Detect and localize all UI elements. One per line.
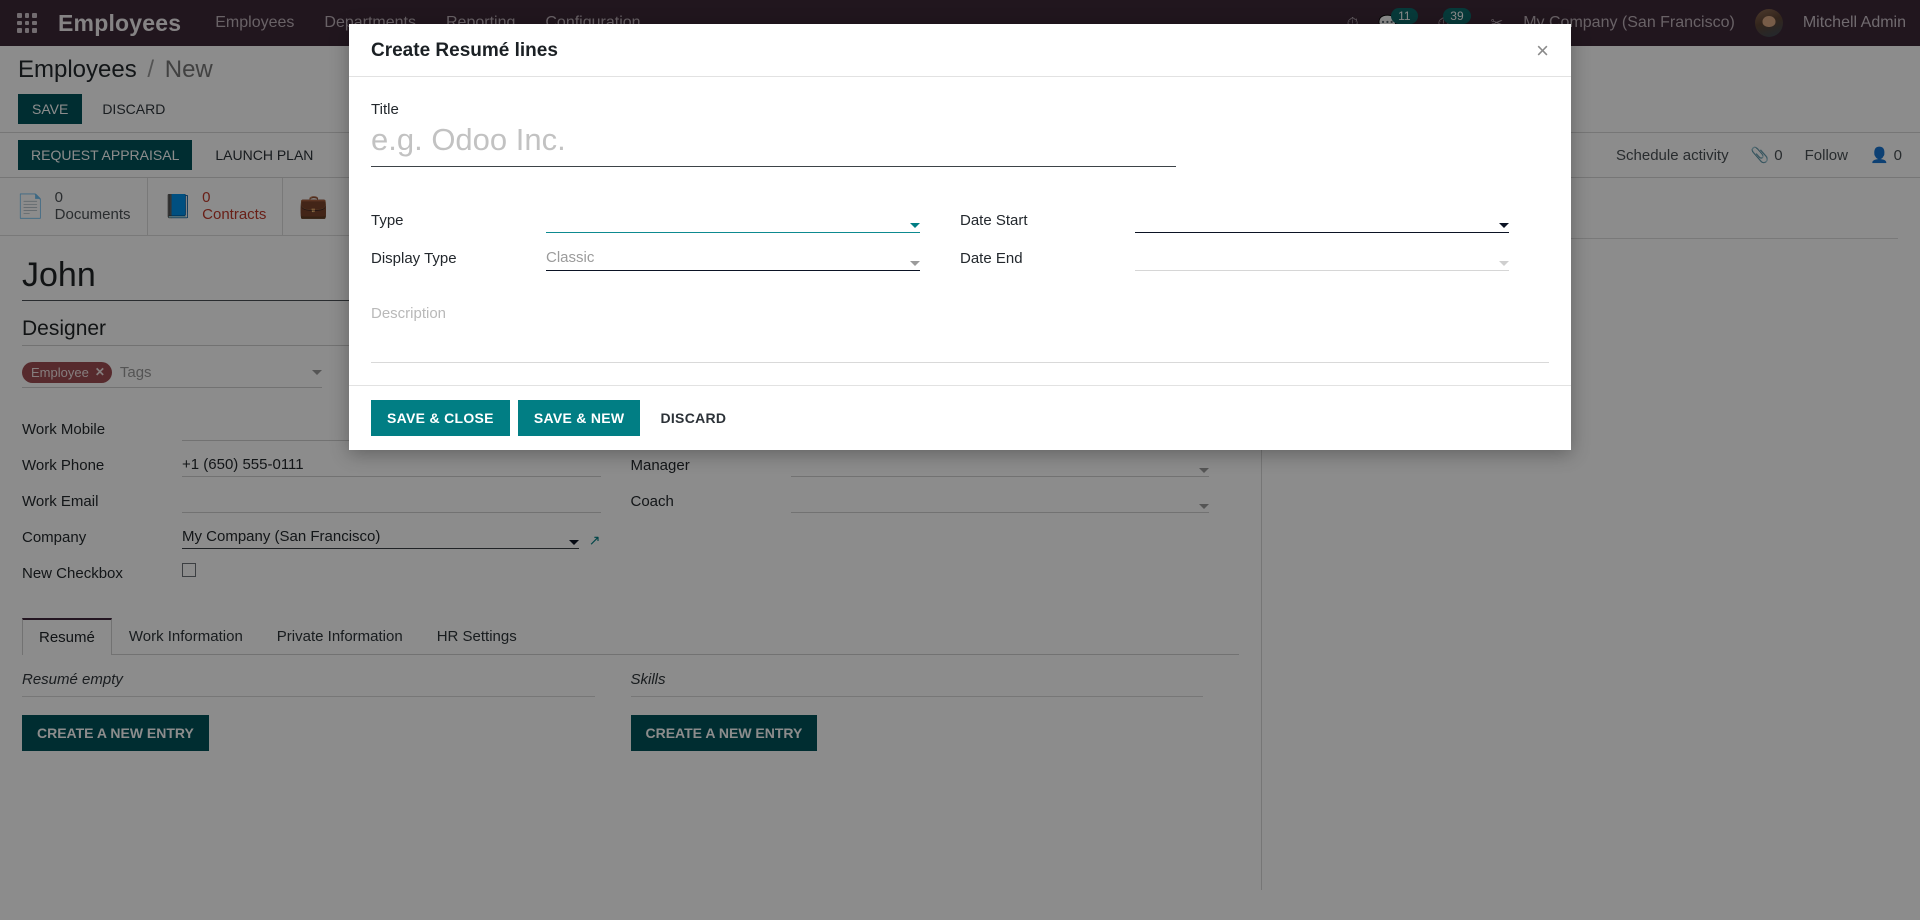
date-start-input[interactable]	[1135, 209, 1509, 233]
dialog-footer: SAVE & CLOSE SAVE & NEW DISCARD	[349, 385, 1571, 450]
field-label: Type	[371, 212, 404, 229]
chevron-down-icon[interactable]	[1499, 223, 1509, 228]
chevron-down-icon[interactable]	[1499, 261, 1509, 266]
field-date-start[interactable]: Date Start	[960, 199, 1509, 233]
dialog-body: Title e.g. Odoo Inc. Type Display Type C…	[349, 77, 1571, 385]
field-date-end[interactable]: Date End	[960, 237, 1509, 271]
field-display-type[interactable]: Display Type Classic	[371, 237, 920, 271]
field-label: Display Type	[371, 250, 457, 267]
title-field-label: Title	[371, 101, 399, 118]
date-end-input[interactable]	[1135, 247, 1509, 271]
dialog-column-left: Type Display Type Classic	[371, 199, 960, 275]
field-label: Date Start	[960, 212, 1028, 229]
title-input[interactable]: e.g. Odoo Inc.	[371, 122, 1176, 167]
dialog-header: Create Resumé lines ×	[349, 24, 1571, 77]
save-and-new-button[interactable]: SAVE & NEW	[517, 400, 641, 436]
display-type-select[interactable]: Classic	[546, 247, 920, 271]
description-input[interactable]: Description	[371, 305, 1549, 363]
create-resume-lines-dialog: Create Resumé lines × Title e.g. Odoo In…	[349, 24, 1571, 450]
close-icon[interactable]: ×	[1536, 40, 1549, 62]
dialog-title: Create Resumé lines	[371, 40, 558, 61]
dialog-discard-button[interactable]: DISCARD	[648, 400, 738, 436]
field-label: Date End	[960, 250, 1023, 267]
field-value: Classic	[546, 249, 595, 266]
save-and-close-button[interactable]: SAVE & CLOSE	[371, 400, 510, 436]
chevron-down-icon[interactable]	[910, 223, 920, 228]
type-select[interactable]	[546, 209, 920, 233]
field-type[interactable]: Type	[371, 199, 920, 233]
dialog-column-right: Date Start Date End	[960, 199, 1549, 275]
chevron-down-icon[interactable]	[910, 261, 920, 266]
dialog-field-grid: Type Display Type Classic Date Start Dat…	[371, 199, 1549, 275]
